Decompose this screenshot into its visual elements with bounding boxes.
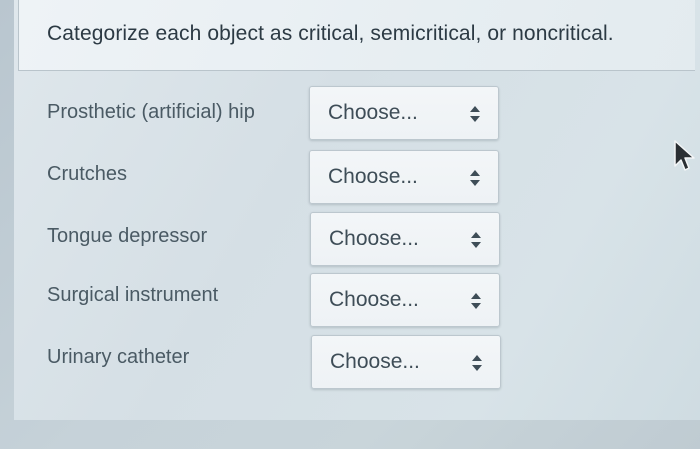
up-down-arrows-icon [471, 293, 481, 309]
matching-row: Urinary catheter Choose... [0, 334, 700, 390]
select-value: Choose... [328, 165, 418, 188]
category-select[interactable]: Choose... [311, 335, 501, 389]
up-down-arrows-icon [472, 355, 482, 371]
up-down-arrows-icon [470, 106, 480, 122]
item-label: Tongue depressor [47, 225, 208, 247]
category-select[interactable]: Choose... [310, 212, 500, 266]
item-label: Surgical instrument [47, 284, 219, 306]
matching-row: Prosthetic (artificial) hip Choose... [0, 85, 700, 141]
question-prompt-box: Categorize each object as critical, semi… [18, 0, 695, 71]
item-label: Prosthetic (artificial) hip [47, 101, 255, 123]
up-down-arrows-icon [471, 232, 481, 248]
select-value: Choose... [328, 101, 418, 124]
item-label: Urinary catheter [47, 346, 190, 368]
select-value: Choose... [330, 350, 420, 373]
question-prompt: Categorize each object as critical, semi… [47, 22, 614, 45]
matching-row: Crutches Choose... [0, 149, 700, 205]
select-value: Choose... [329, 227, 419, 250]
select-value: Choose... [329, 288, 419, 311]
mouse-cursor-icon [674, 140, 695, 171]
up-down-arrows-icon [470, 170, 480, 186]
category-select[interactable]: Choose... [309, 86, 499, 140]
matching-row: Tongue depressor Choose... [0, 211, 700, 267]
item-label: Crutches [47, 163, 128, 185]
matching-row: Surgical instrument Choose... [0, 272, 700, 328]
category-select[interactable]: Choose... [310, 273, 500, 327]
category-select[interactable]: Choose... [309, 150, 499, 204]
